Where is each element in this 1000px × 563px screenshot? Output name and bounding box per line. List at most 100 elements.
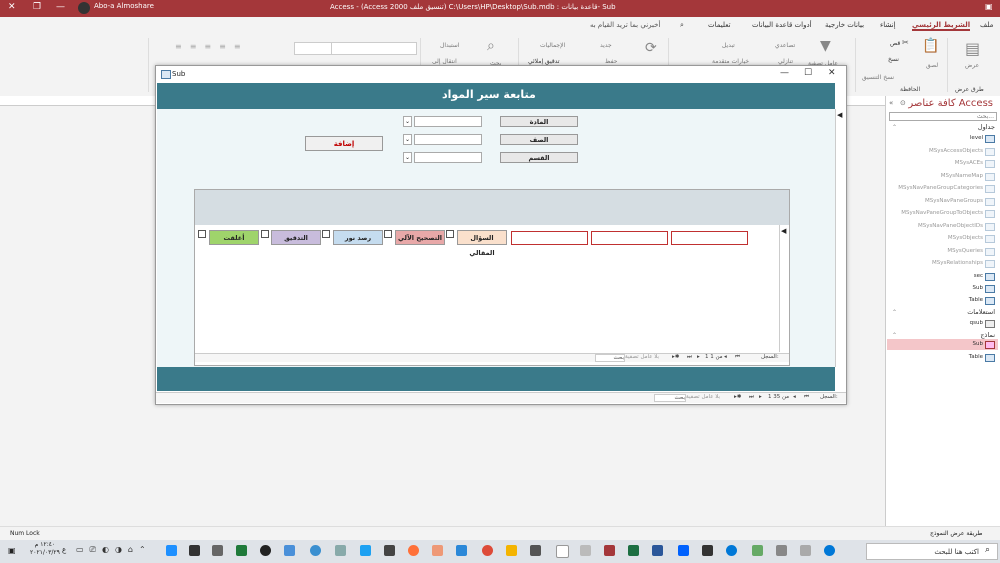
new-record-icon[interactable]: ▸✱ — [672, 354, 679, 360]
search-box[interactable]: بحث — [595, 354, 625, 362]
closed-checkbox[interactable] — [198, 230, 206, 238]
selection-button[interactable]: تبديل — [722, 42, 735, 49]
nav-table-item[interactable]: MSysNavPaneObjectIDs — [918, 223, 983, 229]
next-record-icon[interactable]: ▸ — [759, 394, 762, 400]
copy-button[interactable]: نسخ — [888, 56, 899, 63]
minimize-icon[interactable]: — — [780, 68, 789, 78]
replace-button[interactable]: استبدال — [440, 42, 460, 49]
app-icon[interactable] — [360, 545, 371, 556]
navpane-title[interactable]: كافة عناصر Access — [908, 98, 993, 109]
group-queries[interactable]: استعلامات — [967, 308, 995, 316]
navpane-search-input[interactable]: بحث... — [889, 112, 997, 121]
paste-icon[interactable]: 📋 — [922, 38, 939, 54]
app-icon[interactable] — [580, 545, 591, 556]
subject-dropdown-icon[interactable]: ⌄ — [403, 116, 412, 127]
app-icon[interactable] — [776, 545, 787, 556]
tab-home[interactable]: الشريط الرئيسي — [912, 21, 971, 31]
app-icon[interactable] — [335, 545, 346, 556]
noor-entry-tag[interactable]: رصد نور — [333, 230, 383, 245]
text-field[interactable] — [591, 231, 668, 245]
pane-menu-icon[interactable]: ⊙ — [900, 99, 906, 107]
nav-query-item[interactable]: qsub — [970, 320, 983, 326]
essay-question-checkbox[interactable] — [446, 230, 454, 238]
save-icon[interactable]: ▣ — [985, 2, 993, 11]
text-field[interactable] — [671, 231, 748, 245]
add-button[interactable]: إضافة — [305, 136, 383, 151]
system-tray-icons[interactable]: ▭⎚◐◑⌂⌃ — [76, 545, 152, 555]
chrome-icon[interactable] — [482, 545, 493, 556]
ascending-button[interactable]: تصاعدي — [775, 42, 795, 49]
refresh-icon[interactable]: ⟳ — [645, 40, 657, 56]
collapse-group-icon[interactable]: ⌃ — [892, 332, 897, 339]
restore-window-icon[interactable]: ❐ — [33, 2, 41, 12]
nav-table-item[interactable]: MSysAccessObjects — [929, 148, 983, 154]
taskbar-search-input[interactable]: اكتب هنا للبحث — [866, 543, 998, 560]
app-icon[interactable] — [189, 545, 200, 556]
nav-table-item[interactable]: Table — [969, 297, 983, 303]
nav-table-item[interactable]: sec — [974, 273, 983, 279]
view-icon[interactable]: ▤ — [965, 39, 980, 58]
task-view-icon[interactable] — [800, 545, 811, 556]
new-record-icon[interactable]: ▸✱ — [734, 394, 741, 400]
word-icon[interactable] — [652, 545, 663, 556]
firefox-icon[interactable] — [408, 545, 419, 556]
language-indicator[interactable]: ع — [62, 546, 66, 554]
mail-icon[interactable] — [530, 545, 541, 556]
filter-icon[interactable]: ▼ — [820, 38, 831, 54]
cortana-icon[interactable] — [824, 545, 835, 556]
nav-table-item[interactable]: MSysQueries — [947, 248, 983, 254]
app-icon[interactable] — [212, 545, 223, 556]
nav-table-item[interactable]: MSysObjects — [948, 235, 983, 241]
notifications-icon[interactable]: ▣ — [8, 546, 16, 555]
auto-correction-tag[interactable]: التصحيح الآلي — [395, 230, 445, 245]
app-icon[interactable] — [456, 545, 467, 556]
audit-tag[interactable]: التدقيق — [271, 230, 321, 245]
cut-button[interactable]: قص — [890, 40, 900, 47]
app-icon[interactable] — [752, 545, 763, 556]
group-forms[interactable]: نماذج — [980, 331, 995, 339]
close-icon[interactable]: ✕ — [828, 68, 836, 78]
prev-record-icon[interactable]: ◂ — [724, 354, 727, 360]
section-combo[interactable] — [414, 152, 482, 163]
app-icon[interactable] — [384, 545, 395, 556]
access-icon[interactable] — [604, 545, 615, 556]
next-record-icon[interactable]: ▸ — [697, 354, 700, 360]
file-explorer-icon[interactable] — [506, 545, 517, 556]
app-icon[interactable] — [310, 545, 321, 556]
tab-database-tools[interactable]: أدوات قاعدة البيانات — [752, 21, 812, 29]
app-icon[interactable] — [556, 545, 569, 558]
subform-record-selector[interactable]: ◀ — [779, 225, 789, 352]
totals-button[interactable]: الإجماليات — [540, 42, 565, 49]
font-size-box[interactable] — [294, 42, 332, 55]
descending-button[interactable]: تنازلي — [778, 58, 793, 65]
app-icon[interactable] — [284, 545, 295, 556]
app-icon[interactable] — [236, 545, 247, 556]
collapse-pane-icon[interactable]: « — [889, 99, 893, 107]
avatar[interactable] — [78, 2, 90, 14]
nav-table-item[interactable]: MSysNavPaneGroupToObjects — [901, 210, 983, 216]
minimize-window-icon[interactable]: — — [56, 2, 65, 12]
save-record-button[interactable]: حفظ — [605, 58, 617, 65]
first-record-icon[interactable]: ⏮ — [804, 394, 809, 401]
close-window-icon[interactable]: ✕ — [8, 2, 16, 12]
spelling-button[interactable]: تدقيق إملائي — [528, 58, 560, 65]
audit-checkbox[interactable] — [261, 230, 269, 238]
subject-combo[interactable] — [414, 116, 482, 127]
paste-button[interactable]: لصق — [926, 62, 938, 69]
collapse-group-icon[interactable]: ⌃ — [892, 309, 897, 316]
app-icon[interactable] — [432, 545, 443, 556]
filter-status[interactable]: بلا عامل تصفية — [625, 354, 659, 360]
text-field[interactable] — [511, 231, 588, 245]
tab-help[interactable]: تعليمات — [708, 21, 731, 29]
last-record-icon[interactable]: ⏭ — [687, 354, 692, 361]
store-icon[interactable] — [702, 545, 713, 556]
nav-table-item[interactable]: MSysACEs — [955, 160, 983, 166]
excel-icon[interactable] — [628, 545, 639, 556]
filter-status[interactable]: بلا عامل تصفية — [686, 394, 720, 400]
dropbox-icon[interactable] — [678, 545, 689, 556]
format-painter-button[interactable]: نسخ التنسيق — [862, 74, 894, 81]
prev-record-icon[interactable]: ◂ — [793, 394, 796, 400]
nav-table-item[interactable]: MSysNameMap — [941, 173, 983, 179]
nav-table-item[interactable]: MSysRelationships — [932, 260, 983, 266]
tell-me-search[interactable]: أخبرني بما تريد القيام به — [590, 21, 660, 29]
